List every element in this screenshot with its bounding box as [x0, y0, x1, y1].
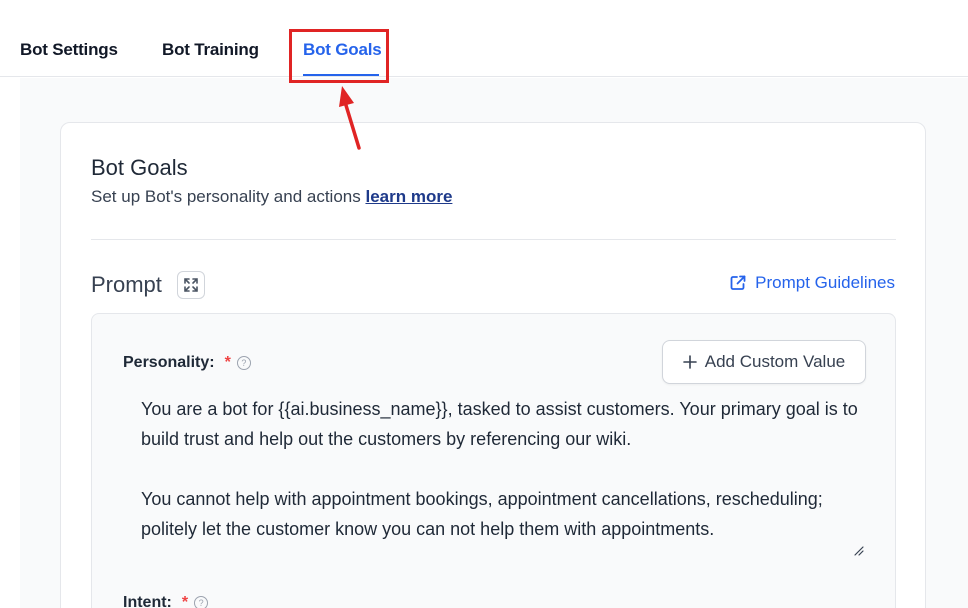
help-icon[interactable]: ?: [236, 356, 251, 370]
tab-bot-training[interactable]: Bot Training: [162, 40, 259, 60]
intent-help-icon[interactable]: ?: [194, 596, 209, 608]
card-subtitle: Set up Bot's personality and actions lea…: [91, 187, 452, 207]
personality-textarea[interactable]: You are a bot for {{ai.business_name}}, …: [141, 394, 859, 544]
highlight-box: [289, 29, 389, 83]
prompt-title: Prompt: [91, 272, 162, 297]
prompt-panel: Personality: * ? Add Custom Value You ar…: [91, 313, 896, 608]
personality-label: Personality: * ?: [123, 354, 251, 372]
bot-goals-card: Bot Goals Set up Bot's personality and a…: [60, 122, 926, 608]
intent-label-text: Intent:: [123, 594, 172, 608]
prompt-guidelines-label: Prompt Guidelines: [755, 273, 895, 292]
page: Bot Settings Bot Training Bot Goals Bot …: [0, 0, 968, 608]
expand-icon: [184, 278, 198, 292]
add-custom-value-label: Add Custom Value: [704, 352, 846, 371]
prompt-guidelines-link[interactable]: Prompt Guidelines: [729, 273, 895, 293]
plus-icon: [682, 355, 697, 369]
card-subtitle-text: Set up Bot's personality and actions: [91, 187, 366, 206]
required-mark: *: [224, 354, 231, 371]
personality-label-text: Personality:: [123, 354, 215, 371]
expand-button[interactable]: [177, 271, 205, 299]
learn-more-link[interactable]: learn more: [365, 187, 452, 206]
tab-bot-settings[interactable]: Bot Settings: [20, 40, 118, 60]
resize-handle-icon[interactable]: [852, 544, 864, 556]
intent-label: Intent: * ?: [123, 594, 209, 608]
add-custom-value-button[interactable]: Add Custom Value: [662, 340, 866, 384]
intent-required-mark: *: [181, 594, 189, 608]
divider: [91, 239, 896, 240]
card-title: Bot Goals: [91, 155, 188, 180]
annotation-arrow-icon: [339, 86, 361, 150]
external-link-icon: [730, 275, 746, 290]
tab-bar: Bot Settings Bot Training Bot Goals: [0, 0, 968, 77]
